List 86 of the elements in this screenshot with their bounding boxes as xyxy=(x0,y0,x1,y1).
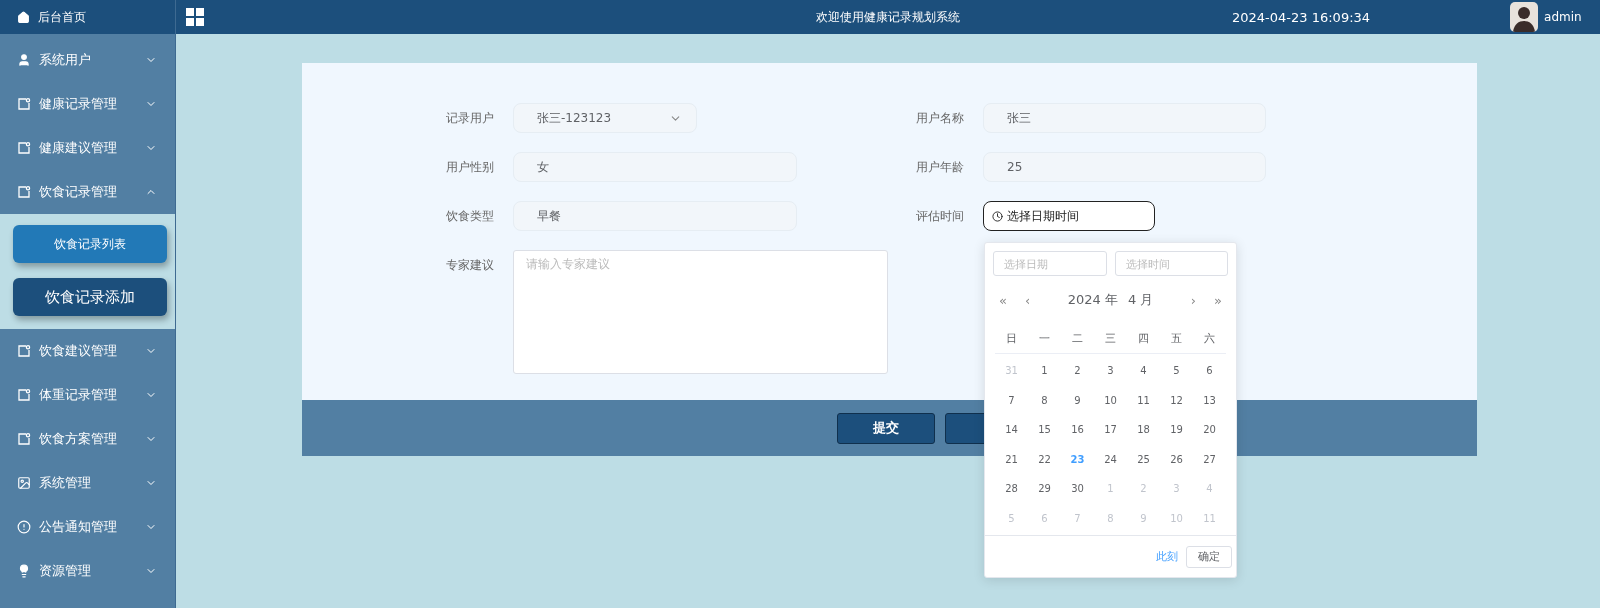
calendar-day[interactable]: 11 xyxy=(1127,385,1160,415)
field-label: 专家建议 xyxy=(446,257,495,274)
field-label: 用户性别 xyxy=(446,159,495,176)
input-field[interactable]: 25 xyxy=(983,152,1266,182)
calendar-day[interactable]: 10 xyxy=(1094,385,1127,415)
document-icon xyxy=(17,432,31,446)
calendar-day[interactable]: 14 xyxy=(995,415,1028,445)
calendar-day[interactable]: 12 xyxy=(1160,385,1193,415)
calendar-day[interactable]: 28 xyxy=(995,474,1028,504)
menu-item[interactable]: 资源管理 xyxy=(0,549,175,593)
menu-item[interactable]: 饮食方案管理 xyxy=(0,417,175,461)
weekday-label: 三 xyxy=(1094,324,1127,354)
document-icon xyxy=(17,141,31,155)
user-name[interactable]: admin xyxy=(1544,10,1582,24)
field-label: 评估时间 xyxy=(916,208,965,225)
menu-item[interactable]: 体重记录管理 xyxy=(0,373,175,417)
menu-item[interactable]: 公告通知管理 xyxy=(0,505,175,549)
weekday-label: 五 xyxy=(1160,324,1193,354)
calendar-day[interactable]: 9 xyxy=(1061,385,1094,415)
calendar-day[interactable]: 27 xyxy=(1193,444,1226,474)
weekday-label: 二 xyxy=(1061,324,1094,354)
menu-item[interactable]: 健康记录管理 xyxy=(0,82,175,126)
calendar-day[interactable]: 20 xyxy=(1193,415,1226,445)
calendar-day[interactable]: 26 xyxy=(1160,444,1193,474)
calendar-day[interactable]: 2 xyxy=(1061,356,1094,386)
menu-item[interactable]: 系统管理 xyxy=(0,461,175,505)
calendar-day[interactable]: 21 xyxy=(995,444,1028,474)
calendar-day[interactable]: 25 xyxy=(1127,444,1160,474)
calendar-day[interactable]: 16 xyxy=(1061,415,1094,445)
weekday-label: 四 xyxy=(1127,324,1160,354)
calendar-day[interactable]: 6 xyxy=(1193,356,1226,386)
calendar-day[interactable]: 5 xyxy=(1160,356,1193,386)
home-link[interactable]: 后台首页 xyxy=(38,8,86,26)
image-icon xyxy=(17,476,31,490)
year-label[interactable]: 2024 年 xyxy=(1067,291,1118,309)
calendar-day[interactable]: 7 xyxy=(995,385,1028,415)
weekday-label: 日 xyxy=(995,324,1028,354)
weekday-label: 一 xyxy=(1028,324,1061,354)
month-label[interactable]: 4 月 xyxy=(1127,291,1154,309)
menu-item[interactable]: 饮食建议管理 xyxy=(0,329,175,373)
grid-icon[interactable] xyxy=(186,8,204,26)
document-icon xyxy=(17,97,31,111)
home-icon xyxy=(17,10,30,24)
document-icon xyxy=(17,185,31,199)
submit-button[interactable]: 提交 xyxy=(836,412,935,444)
calendar-day[interactable]: 22 xyxy=(1028,444,1061,474)
avatar[interactable] xyxy=(1510,2,1539,32)
calendar-day[interactable]: 29 xyxy=(1028,474,1061,504)
next-year-button[interactable]: » xyxy=(1214,292,1222,308)
calendar-day[interactable]: 8 xyxy=(1028,385,1061,415)
field-label: 饮食类型 xyxy=(446,208,495,225)
calendar-day[interactable]: 3 xyxy=(1094,356,1127,386)
calendar-day[interactable]: 18 xyxy=(1127,415,1160,445)
menu-item[interactable]: 饮食记录管理 xyxy=(0,170,175,214)
submenu-item[interactable]: 饮食记录列表 xyxy=(13,225,167,263)
user-select[interactable]: 张三-123123 xyxy=(513,103,697,133)
document-icon xyxy=(17,344,31,358)
confirm-button[interactable]: 确定 xyxy=(1186,545,1232,568)
calendar-day[interactable]: 19 xyxy=(1160,415,1193,445)
submenu-item[interactable]: 饮食记录添加 xyxy=(13,278,167,316)
lightbulb-icon xyxy=(17,564,31,578)
calendar-day[interactable]: 17 xyxy=(1094,415,1127,445)
calendar-day[interactable]: 24 xyxy=(1094,444,1127,474)
menu-item[interactable]: 健康建议管理 xyxy=(0,126,175,170)
system-title: 欢迎使用健康记录规划系统 xyxy=(816,8,960,26)
prev-year-button[interactable]: « xyxy=(999,292,1007,308)
user-icon xyxy=(17,53,31,67)
calendar-day[interactable]: 1 xyxy=(1028,356,1061,386)
calendar-day[interactable]: 4 xyxy=(1127,356,1160,386)
field-label: 用户年龄 xyxy=(916,159,965,176)
clock-text: 2024-04-23 16:09:34 xyxy=(1232,9,1371,25)
input-field[interactable]: 女 xyxy=(513,152,797,182)
field-label: 用户名称 xyxy=(916,110,965,127)
input-field[interactable]: 张三 xyxy=(983,103,1266,133)
calendar-day[interactable]: 15 xyxy=(1028,415,1061,445)
menu-item[interactable]: 系统用户 xyxy=(0,38,175,82)
clock-icon xyxy=(992,210,1003,222)
calendar-day[interactable]: 30 xyxy=(1061,474,1094,504)
weekday-label: 六 xyxy=(1193,324,1226,354)
prev-month-button[interactable]: ‹ xyxy=(1024,292,1031,308)
input-field[interactable]: 早餐 xyxy=(513,201,797,231)
next-month-button[interactable]: › xyxy=(1190,292,1197,308)
document-icon xyxy=(17,388,31,402)
calendar-day[interactable]: 13 xyxy=(1193,385,1226,415)
info-icon xyxy=(17,520,31,534)
field-label: 记录用户 xyxy=(446,110,495,127)
